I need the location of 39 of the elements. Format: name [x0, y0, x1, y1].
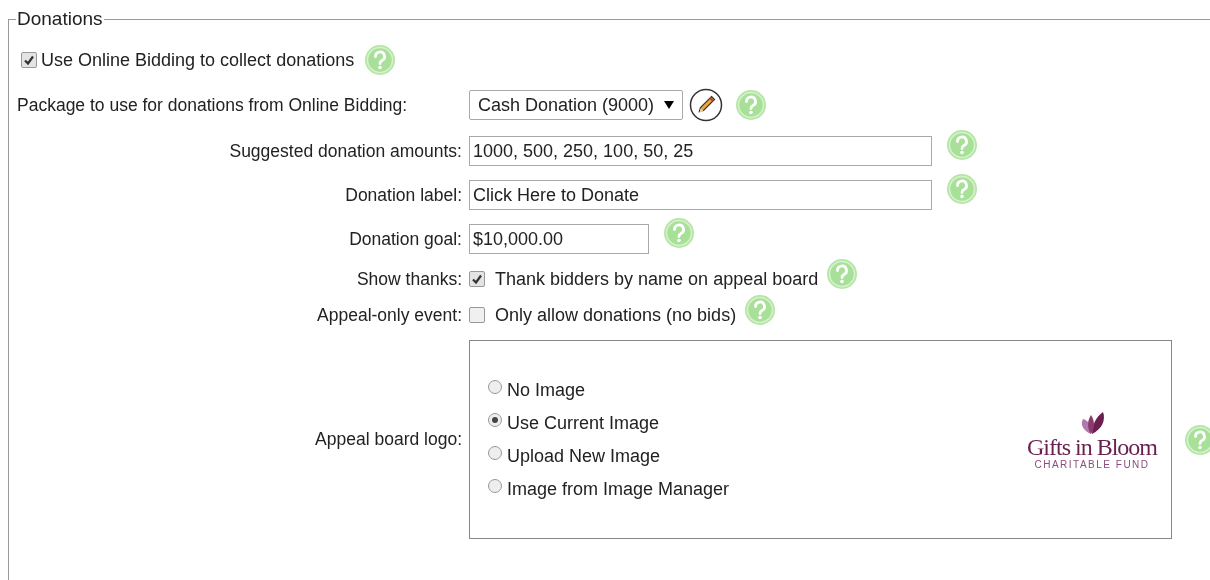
radio-label: Use Current Image — [507, 412, 660, 434]
radio-label: No Image — [507, 379, 586, 401]
field-label: Appeal-only event: — [316, 304, 462, 326]
checkbox-label: Thank bidders by name on appeal board — [495, 268, 819, 290]
radio-label: Image from Image Manager — [507, 478, 730, 500]
logo: Gifts in Bloom CHARITABLE FUND — [1027, 409, 1157, 470]
edit-icon[interactable] — [689, 88, 724, 122]
package-dropdown[interactable]: Cash Donation (9000) — [469, 90, 684, 120]
field-label: Show thanks: — [355, 268, 462, 290]
checkbox[interactable] — [469, 307, 485, 323]
text-field[interactable]: $10,000.00 — [469, 224, 649, 254]
checkbox-label: Only allow donations (no bids) — [495, 304, 737, 326]
checkbox[interactable] — [21, 52, 37, 68]
check-icon — [23, 54, 35, 66]
help-icon[interactable] — [946, 129, 978, 161]
radio-button[interactable] — [488, 446, 502, 460]
help-icon[interactable] — [946, 173, 978, 205]
help-icon[interactable] — [826, 258, 859, 290]
radio-button[interactable] — [488, 479, 502, 493]
checkbox[interactable] — [469, 271, 485, 287]
help-icon[interactable] — [735, 89, 768, 121]
field-label: Package to use for donations from Online Bidding: — [17, 94, 409, 116]
help-icon[interactable] — [663, 217, 695, 249]
section-title: Donations — [16, 8, 104, 30]
help-icon[interactable] — [364, 44, 397, 76]
help-icon[interactable] — [1184, 423, 1210, 456]
help-icon[interactable] — [744, 294, 777, 326]
field-label: Suggested donation amounts: — [228, 140, 462, 162]
field-label: Appeal board logo: — [314, 429, 462, 450]
radio-button[interactable] — [488, 413, 502, 427]
radio-button[interactable] — [488, 380, 502, 394]
text-field[interactable]: Click Here to Donate — [469, 180, 932, 210]
check-icon — [471, 273, 483, 285]
radio-label: Upload New Image — [507, 445, 661, 467]
checkbox-label: Use Online Bidding to collect donations — [41, 49, 355, 71]
caret-icon — [664, 101, 675, 109]
field-label: Donation goal: — [348, 228, 462, 250]
text-field[interactable]: 1000, 500, 250, 100, 50, 25 — [469, 136, 932, 166]
field-label: Donation label: — [344, 184, 462, 206]
